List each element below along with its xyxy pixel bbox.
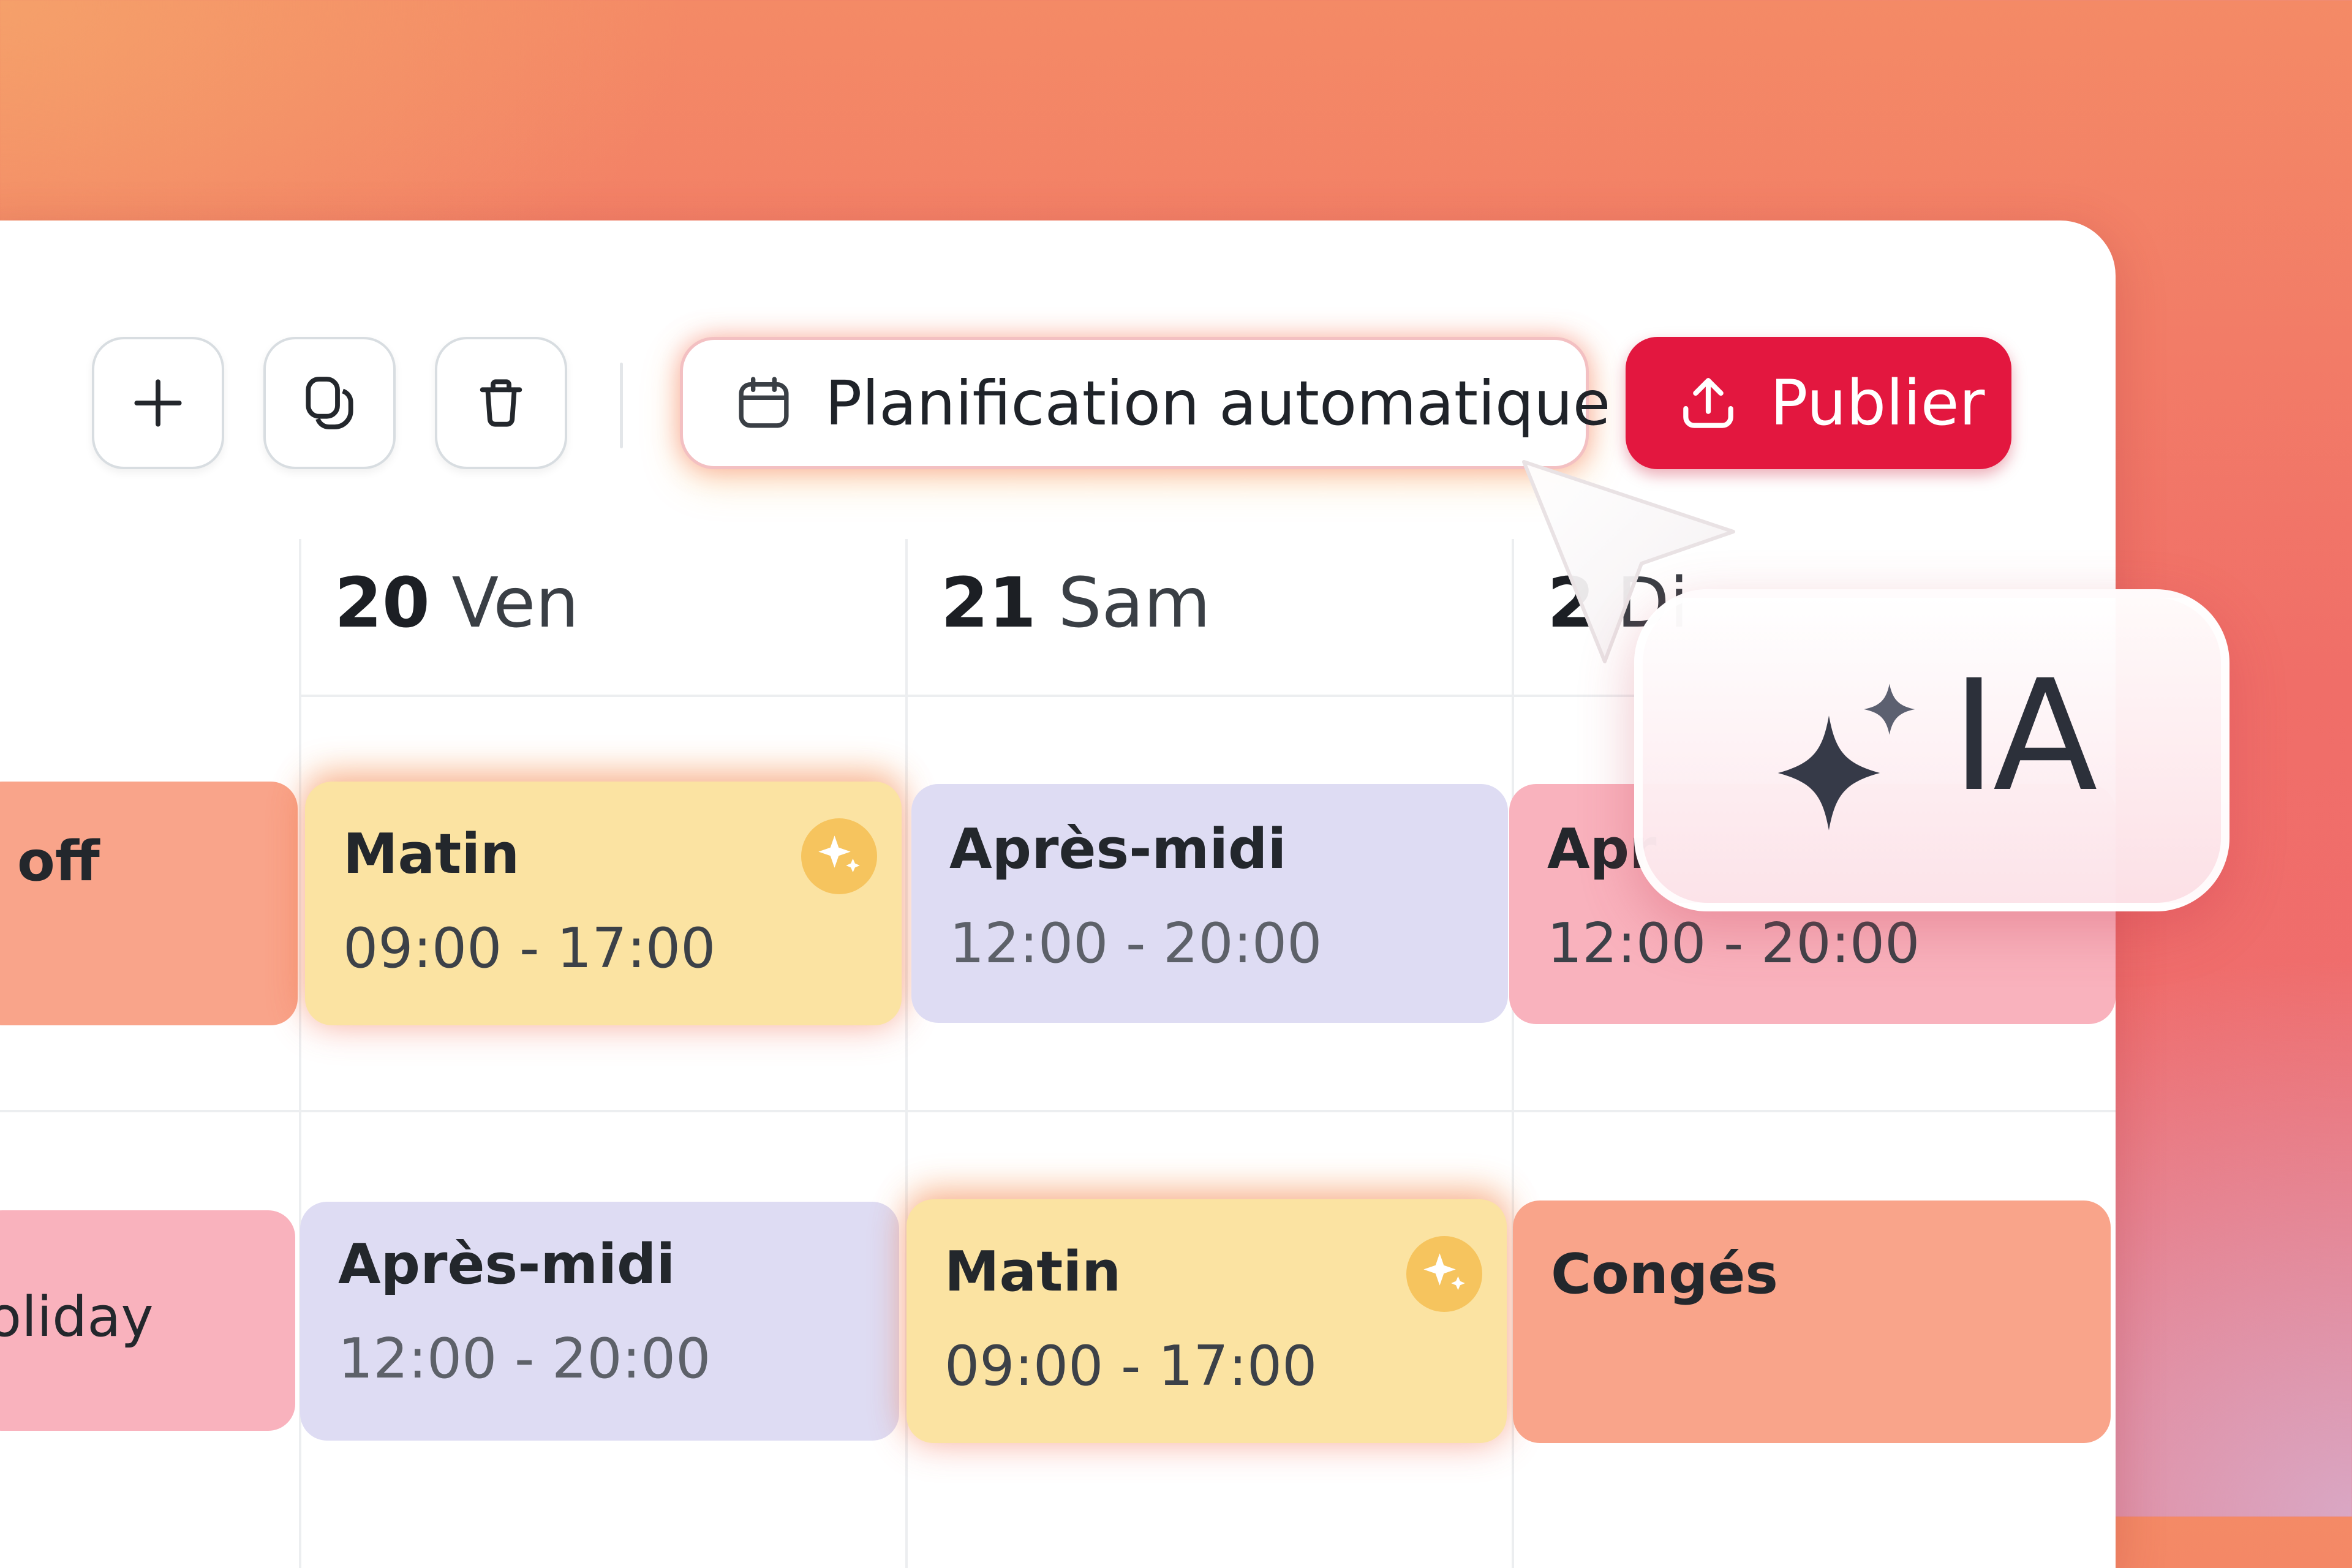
shift-time: 12:00 - 20:00	[949, 911, 1322, 976]
auto-schedule-button[interactable]: Planification automatique	[680, 337, 1610, 469]
sparkle-icon	[1423, 1253, 1465, 1291]
shift-card-afternoon[interactable]: Après-midi 12:00 - 20:00	[300, 1202, 899, 1441]
shift-card-partial[interactable]: off	[0, 782, 298, 1025]
day-header-fri[interactable]: 20 Ven	[334, 564, 579, 643]
publish-label: Publier	[1770, 366, 1985, 440]
publish-button[interactable]: Publier	[1626, 337, 2011, 469]
sparkle-icon	[818, 835, 860, 873]
day-name: Ven	[451, 564, 579, 643]
shift-time: 09:00 - 17:00	[944, 1334, 1317, 1398]
add-button[interactable]	[92, 337, 224, 469]
toolbar-divider	[620, 363, 623, 448]
copy-button[interactable]	[263, 337, 396, 469]
shift-card-morning[interactable]: Matin 09:00 - 17:00	[305, 782, 902, 1025]
calendar-icon	[739, 377, 789, 428]
shift-title: Matin	[944, 1240, 1121, 1304]
shift-card-morning[interactable]: Matin 09:00 - 17:00	[907, 1199, 1507, 1443]
plus-icon	[134, 379, 182, 427]
shift-time: 09:00 - 17:00	[343, 916, 716, 981]
day-number: 20	[334, 564, 430, 643]
copy-icon	[306, 377, 353, 429]
shift-title: Après-midi	[949, 817, 1287, 881]
sparkle-icon	[1777, 684, 1915, 831]
ai-generated-badge	[1406, 1236, 1482, 1312]
auto-schedule-label: Planification automatique	[825, 367, 1611, 439]
shift-time: 12:00 - 20:00	[338, 1327, 711, 1391]
shift-card-leave[interactable]: Congés	[1513, 1200, 2111, 1443]
ai-generated-badge	[801, 818, 877, 894]
upload-icon	[1683, 378, 1733, 428]
trash-icon	[480, 379, 522, 427]
day-header-sat[interactable]: 21 Sam	[941, 564, 1210, 643]
ai-chip-label: IA	[1951, 647, 2098, 825]
shift-title: Matin	[343, 822, 520, 886]
delete-button[interactable]	[435, 337, 567, 469]
grid-row-divider	[0, 1110, 2116, 1112]
shift-card-afternoon[interactable]: Après-midi 12:00 - 20:00	[911, 784, 1508, 1023]
shift-title: Après-midi	[338, 1232, 676, 1297]
ai-chip[interactable]: IA	[1634, 589, 2230, 911]
shift-card-partial[interactable]: oliday	[0, 1210, 295, 1431]
day-number: 21	[941, 564, 1036, 643]
shift-title: off	[17, 829, 100, 894]
shift-title: oliday	[0, 1285, 154, 1349]
shift-title: Congés	[1551, 1242, 1778, 1306]
day-name: Sam	[1058, 564, 1211, 643]
shift-time: 12:00 - 20:00	[1547, 911, 1920, 976]
